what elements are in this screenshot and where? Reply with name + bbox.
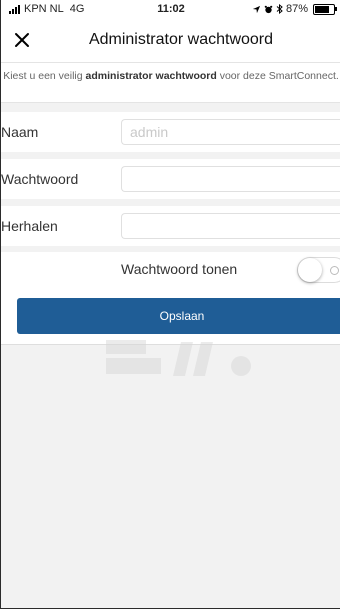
save-area: Opslaan xyxy=(1,288,340,345)
description-bold: administrator wachtwoord xyxy=(85,70,217,82)
password-label: Wachtwoord xyxy=(1,171,79,187)
save-button[interactable]: Opslaan xyxy=(17,298,340,334)
name-input[interactable] xyxy=(121,119,340,145)
description-prefix: Kiest u een veilig xyxy=(3,70,86,82)
password-row: Wachtwoord xyxy=(1,159,340,199)
page-title: Administrator wachtwoord xyxy=(88,31,274,48)
app-screen: KPN NL 4G 11:02 87% Administrator wachtw… xyxy=(0,0,340,609)
repeat-password-label: Herhalen xyxy=(1,218,58,234)
name-row: Naam xyxy=(1,112,340,152)
show-password-row: Wachtwoord tonen xyxy=(1,252,340,289)
battery-percentage: 87% xyxy=(285,3,308,15)
battery-icon xyxy=(313,3,337,15)
toggle-knob xyxy=(298,258,322,282)
status-bar: KPN NL 4G 11:02 87% xyxy=(1,0,340,18)
repeat-password-row: Herhalen xyxy=(1,206,340,246)
status-right: 87% xyxy=(252,0,337,18)
password-input[interactable] xyxy=(121,166,340,192)
location-arrow-icon xyxy=(252,5,261,13)
bluetooth-icon xyxy=(276,4,283,14)
show-password-label: Wachtwoord tonen xyxy=(121,261,238,277)
description-suffix: voor deze SmartConnect. xyxy=(216,70,339,82)
toggle-off-icon xyxy=(330,266,339,275)
show-password-toggle[interactable] xyxy=(297,257,340,283)
alarm-icon xyxy=(264,5,273,13)
repeat-password-input[interactable] xyxy=(121,213,340,239)
description-text: Kiest u een veilig administrator wachtwo… xyxy=(1,63,340,103)
name-label: Naam xyxy=(1,124,39,140)
nav-bar: Administrator wachtwoord xyxy=(1,18,340,63)
background-logo-watermark xyxy=(106,340,251,376)
